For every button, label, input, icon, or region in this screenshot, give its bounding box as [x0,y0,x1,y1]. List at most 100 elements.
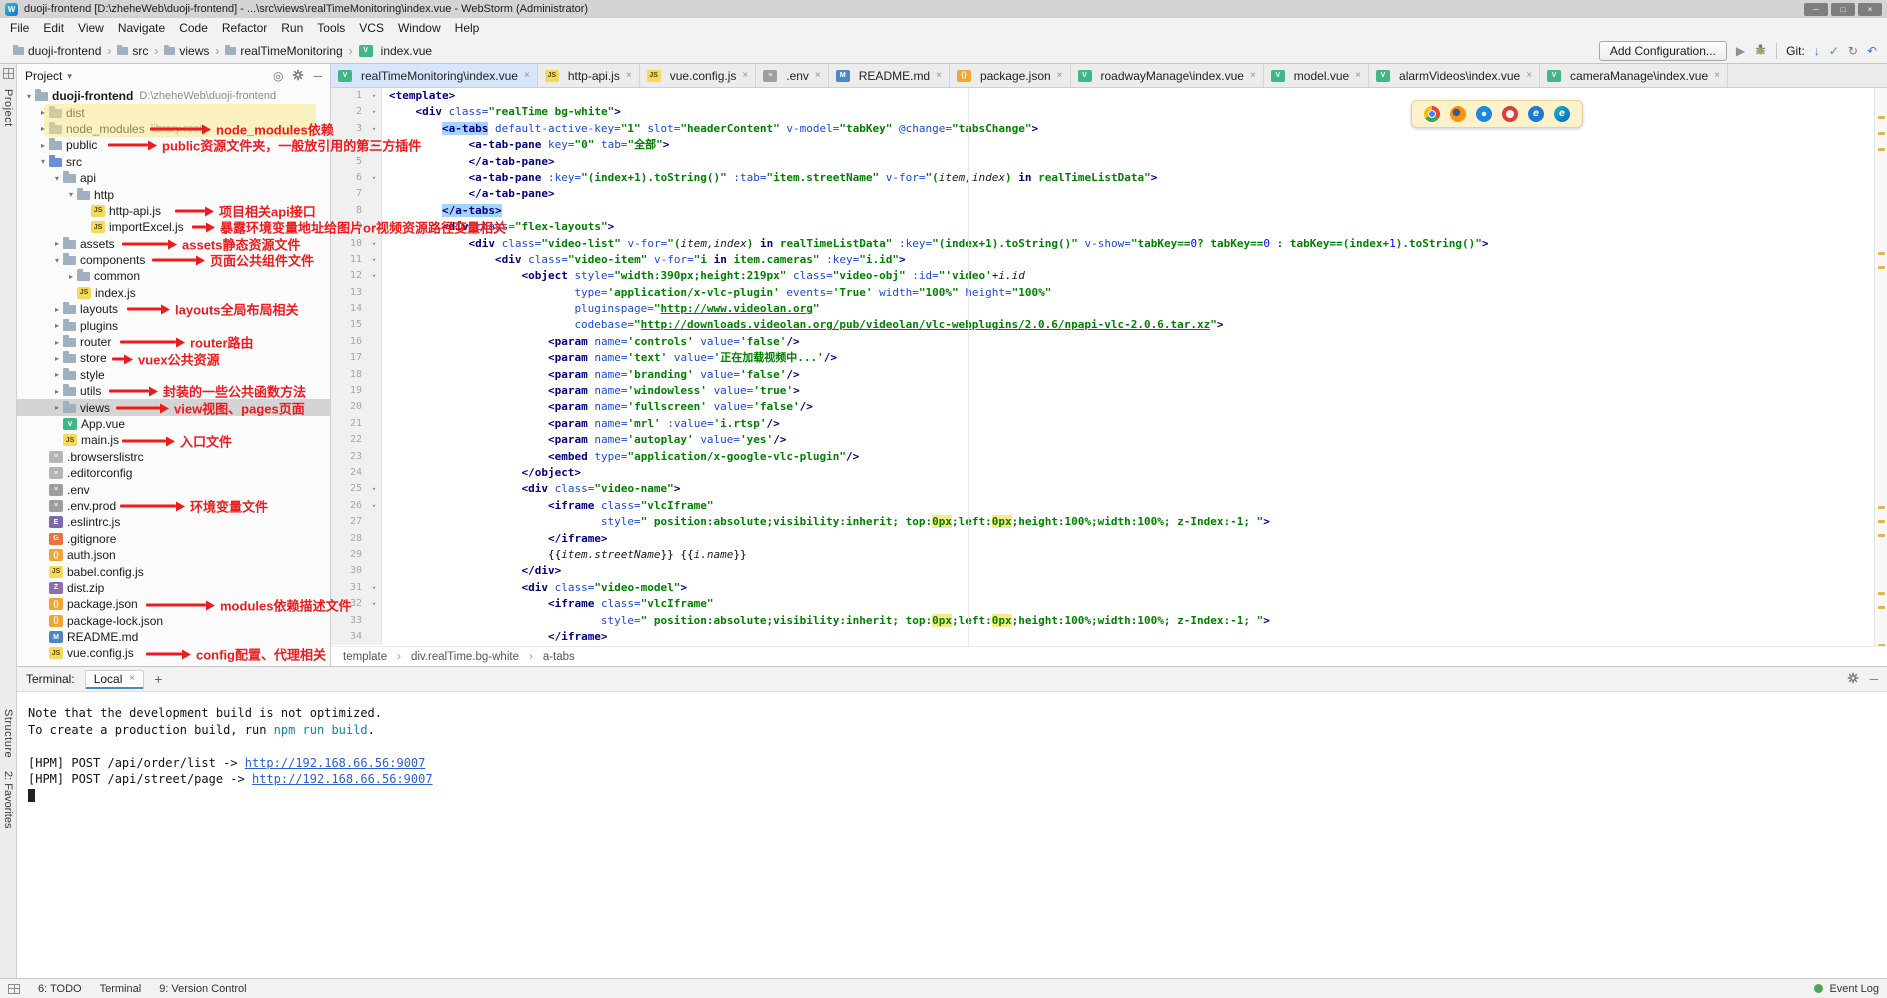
tree-item-http[interactable]: ▾http [17,186,330,202]
code-line-9[interactable]: 9▾ <div class="flex-layouts"> [331,219,1887,235]
code-line-5[interactable]: 5 </a-tab-pane> [331,154,1887,170]
code-area[interactable]: 1▾<template>2▾ <div class="realTime bg-w… [331,88,1887,645]
code-line-31[interactable]: 31▾ <div class="video-model"> [331,580,1887,596]
opera-browser-icon[interactable] [1502,106,1518,122]
expand-right-icon[interactable]: ▸ [37,141,49,150]
fold-icon[interactable]: ▾ [367,137,382,153]
tree-item-plugins[interactable]: ▸plugins [17,317,330,333]
fold-icon[interactable]: ▾ [367,596,382,612]
tree-item-package-json[interactable]: {}package.json [17,596,330,612]
fold-icon[interactable]: ▾ [367,236,382,252]
code-line-2[interactable]: 2▾ <div class="realTime bg-white"> [331,104,1887,120]
status-version-control[interactable]: 9: Version Control [159,983,246,995]
editor-tab[interactable]: ValarmVideos\index.vue× [1369,64,1540,87]
close-tab-icon[interactable]: × [742,70,748,81]
close-icon[interactable]: × [129,673,135,684]
tree-item-babel-config-js[interactable]: JSbabel.config.js [17,563,330,579]
menu-edit[interactable]: Edit [36,20,71,36]
code-line-33[interactable]: 33 style=" position:absolute;visibility:… [331,613,1887,629]
editor-tab[interactable]: {}package.json× [950,64,1071,87]
fold-icon[interactable]: ▾ [367,268,382,284]
tool-window-switcher-icon[interactable] [8,984,20,994]
code-line-27[interactable]: 27 style=" position:absolute;visibility:… [331,514,1887,530]
git-history-icon[interactable]: ↻ [1848,45,1858,57]
expand-right-icon[interactable]: ▸ [37,108,49,117]
menu-file[interactable]: File [3,20,36,36]
tree-item--env-prod[interactable]: ≡.env.prod [17,498,330,514]
edge-browser-icon[interactable]: e [1554,106,1570,122]
expand-down-icon[interactable]: ▾ [23,92,35,101]
expand-right-icon[interactable]: ▸ [51,370,63,379]
code-line-17[interactable]: 17 <param name='text' value='正在加载视频中...'… [331,350,1887,366]
tree-item-dist-zip[interactable]: Zdist.zip [17,580,330,596]
tool-stripe-project[interactable]: Project [2,89,14,127]
breadcrumb-item[interactable]: src [114,43,151,59]
editor-tab[interactable]: JSvue.config.js× [640,64,757,87]
code-line-28[interactable]: 28 </iframe> [331,531,1887,547]
new-terminal-icon[interactable]: + [154,671,162,687]
tree-item-package-lock-json[interactable]: {}package-lock.json [17,613,330,629]
code-line-16[interactable]: 16 <param name='controls' value='false'/… [331,334,1887,350]
tree-item-app-vue[interactable]: VApp.vue [17,416,330,432]
run-icon[interactable]: ▶ [1736,45,1745,57]
editor-breadcrumb-item[interactable]: div.realTime.bg-white [411,651,519,663]
tree-item-duoji-frontend[interactable]: ▾duoji-frontendD:\zheheWeb\duoji-fronten… [17,88,330,104]
git-rollback-icon[interactable]: ↶ [1867,45,1877,57]
code-line-11[interactable]: 11▾ <div class="video-item" v-for="i in … [331,252,1887,268]
breadcrumb-item[interactable]: duoji-frontend [10,43,104,59]
tool-windows-grid-icon[interactable] [3,68,14,79]
maximize-window-icon[interactable]: □ [1831,3,1855,16]
tree-item-index-js[interactable]: JSindex.js [17,285,330,301]
breadcrumb-item[interactable]: realTimeMonitoring [222,43,345,59]
expand-down-icon[interactable]: ▾ [37,157,49,166]
expand-right-icon[interactable]: ▸ [51,354,63,363]
code-line-12[interactable]: 12▾ <object style="width:390px;height:21… [331,268,1887,284]
expand-down-icon[interactable]: ▾ [51,174,63,183]
inspection-mark[interactable] [1878,606,1885,609]
expand-down-icon[interactable]: ▾ [65,190,77,199]
editor-breadcrumb-item[interactable]: a-tabs [543,651,575,663]
menu-navigate[interactable]: Navigate [111,20,172,36]
fold-icon[interactable]: ▾ [367,580,382,596]
tree-item-auth-json[interactable]: {}auth.json [17,547,330,563]
tree-item-assets[interactable]: ▸assets [17,236,330,252]
expand-right-icon[interactable]: ▸ [37,124,49,133]
tree-item-router[interactable]: ▸router [17,334,330,350]
tree-item--gitignore[interactable]: G.gitignore [17,531,330,547]
tree-item-store[interactable]: ▸store [17,350,330,366]
debug-icon[interactable] [1754,43,1767,58]
close-tab-icon[interactable]: × [815,70,821,81]
tree-item--env[interactable]: ≡.env [17,481,330,497]
editor-body[interactable]: 1▾<template>2▾ <div class="realTime bg-w… [331,88,1887,646]
expand-right-icon[interactable]: ▸ [51,239,63,248]
terminal-tab-local[interactable]: Local × [85,670,145,689]
terminal-gear-icon[interactable] [1847,672,1859,687]
breadcrumb-item[interactable]: views [161,43,212,59]
tool-stripe-favorites[interactable]: 2: Favorites [2,771,14,828]
editor-tab[interactable]: MREADME.md× [829,64,950,87]
menu-refactor[interactable]: Refactor [215,20,274,36]
safari-browser-icon[interactable] [1476,106,1492,122]
status-terminal[interactable]: Terminal [100,983,142,995]
code-line-24[interactable]: 24 </object> [331,465,1887,481]
tree-item-style[interactable]: ▸style [17,367,330,383]
code-line-26[interactable]: 26▾ <iframe class="vlcIframe" [331,498,1887,514]
expand-right-icon[interactable]: ▸ [51,387,63,396]
inspection-mark[interactable] [1878,252,1885,255]
close-tab-icon[interactable]: × [524,70,530,81]
code-line-4[interactable]: 4▾ <a-tab-pane key="0" tab="全部"> [331,137,1887,153]
minimize-window-icon[interactable]: ─ [1804,3,1828,16]
tree-item-importexcel-js[interactable]: JSimportExcel.js [17,219,330,235]
editor-tab[interactable]: VcameraManage\index.vue× [1540,64,1728,87]
editor-tab[interactable]: Vmodel.vue× [1264,64,1369,87]
inspection-mark[interactable] [1878,132,1885,135]
fold-icon[interactable]: ▾ [367,104,382,120]
code-line-22[interactable]: 22 <param name='autoplay' value='yes'/> [331,432,1887,448]
tree-item-src[interactable]: ▾src [17,154,330,170]
code-line-14[interactable]: 14 pluginspage="http://www.videolan.org" [331,301,1887,317]
inspection-mark[interactable] [1878,148,1885,151]
tree-item-public[interactable]: ▸public [17,137,330,153]
tree-item-dist[interactable]: ▸dist [17,104,330,120]
close-tab-icon[interactable]: × [1057,70,1063,81]
terminal-output[interactable]: Note that the development build is not o… [17,692,1887,978]
